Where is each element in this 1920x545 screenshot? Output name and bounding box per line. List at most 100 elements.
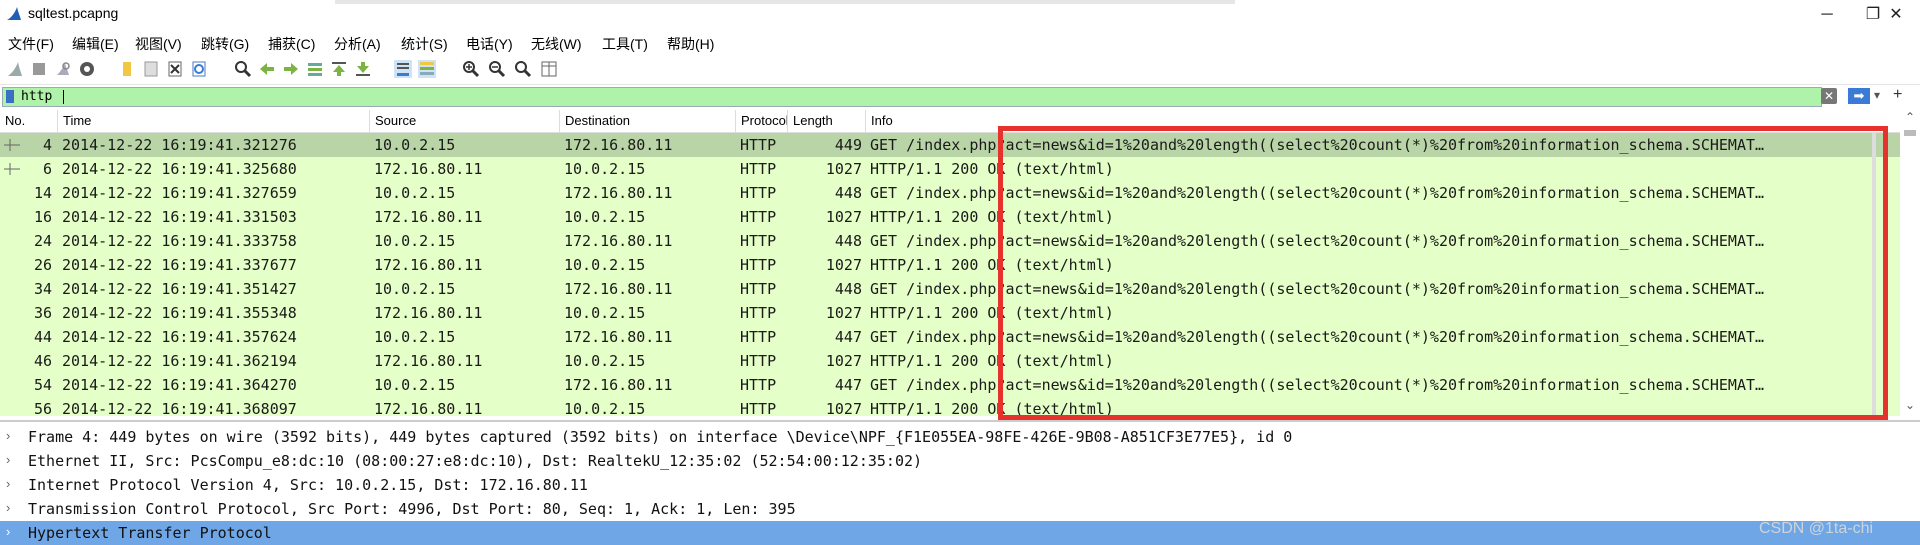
packet-row[interactable]: 36 2014-12-22 16:19:41.355348 172.16.80.11…	[0, 301, 1900, 325]
display-filter-input[interactable]: http ✕	[2, 87, 1837, 107]
menu-capture[interactable]: 捕获(C)	[268, 34, 315, 54]
clear-filter-icon[interactable]: ✕	[1821, 88, 1837, 104]
column-no[interactable]: No.	[0, 110, 58, 132]
detail-frame[interactable]: › Frame 4: 449 bytes on wire (3592 bits)…	[0, 425, 1920, 449]
find-icon[interactable]	[234, 60, 252, 78]
packet-length: 448	[834, 232, 862, 250]
display-filter-bar: http ✕ ➡ ▾ +	[0, 86, 1920, 108]
packet-src: 172.16.80.11	[374, 400, 483, 416]
packet-proto: HTTP	[740, 376, 777, 394]
expand-chevron-icon[interactable]: ›	[6, 500, 10, 515]
detail-http[interactable]: › Hypertext Transfer Protocol	[0, 521, 1920, 545]
menu-wireless[interactable]: 无线(W)	[531, 34, 582, 54]
menu-edit[interactable]: 编辑(E)	[72, 34, 119, 54]
packet-row[interactable]: 14 2014-12-22 16:19:41.327659 10.0.2.15 172…	[0, 181, 1900, 205]
detail-tcp[interactable]: › Transmission Control Protocol, Src Por…	[0, 497, 1920, 521]
add-filter-button[interactable]: +	[1893, 86, 1902, 104]
packet-row[interactable]: 26 2014-12-22 16:19:41.337677 172.16.80.11…	[0, 253, 1900, 277]
packet-no: 4	[42, 136, 52, 154]
column-info[interactable]: Info	[866, 110, 1900, 132]
packet-row[interactable]: 46 2014-12-22 16:19:41.362194 172.16.80.11…	[0, 349, 1900, 373]
packet-time: 2014-12-22 16:19:41.321276	[62, 136, 297, 154]
column-length[interactable]: Length	[788, 110, 866, 132]
packet-proto: HTTP	[740, 256, 777, 274]
go-forward-icon[interactable]	[282, 60, 300, 78]
packet-src: 10.0.2.15	[374, 136, 456, 154]
packet-proto: HTTP	[740, 184, 777, 202]
column-destination[interactable]: Destination	[560, 110, 736, 132]
filter-dropdown-icon[interactable]: ▾	[1874, 88, 1880, 102]
open-folder-icon[interactable]	[118, 60, 136, 78]
reload-icon[interactable]	[190, 60, 208, 78]
packet-details: › Frame 4: 449 bytes on wire (3592 bits)…	[0, 420, 1920, 545]
scroll-down-icon[interactable]: ⌄	[1900, 398, 1920, 416]
packet-proto: HTTP	[740, 400, 777, 416]
packet-dst: 172.16.80.11	[564, 184, 673, 202]
expand-chevron-icon[interactable]: ›	[6, 476, 10, 491]
packet-info: GET /index.php?act=news&id=1%20and%20len…	[870, 328, 1765, 346]
resize-columns-icon[interactable]	[540, 60, 558, 78]
close-button[interactable]: ✕	[1873, 0, 1919, 30]
colorize-icon[interactable]	[418, 60, 436, 78]
apply-filter-button[interactable]: ➡	[1848, 88, 1870, 104]
minimize-button[interactable]: ─	[1804, 0, 1850, 30]
menu-view[interactable]: 视图(V)	[135, 34, 182, 54]
detail-ethernet[interactable]: › Ethernet II, Src: PcsCompu_e8:dc:10 (0…	[0, 449, 1920, 473]
packet-dst: 10.0.2.15	[564, 304, 646, 322]
menu-help[interactable]: 帮助(H)	[667, 34, 714, 54]
menu-file[interactable]: 文件(F)	[8, 34, 54, 54]
zoom-normal-icon[interactable]	[514, 60, 532, 78]
restart-icon[interactable]	[54, 60, 72, 78]
menu-telephony[interactable]: 电话(Y)	[466, 34, 513, 54]
save-icon[interactable]	[142, 60, 160, 78]
expand-chevron-icon[interactable]: ›	[6, 428, 10, 443]
packet-length: 448	[834, 280, 862, 298]
packet-dst: 172.16.80.11	[564, 136, 673, 154]
packet-list-scrollbar[interactable]: ⌃ ⌄	[1900, 110, 1920, 416]
title-blur-strip	[335, 0, 1235, 4]
column-time[interactable]: Time	[58, 110, 370, 132]
menu-statistics[interactable]: 统计(S)	[401, 34, 448, 54]
close-file-icon[interactable]	[166, 60, 184, 78]
menu-analyze[interactable]: 分析(A)	[334, 34, 381, 54]
expand-chevron-icon[interactable]: ›	[6, 452, 10, 467]
zoom-in-icon[interactable]	[462, 60, 480, 78]
go-last-icon[interactable]	[354, 60, 372, 78]
packet-src: 10.0.2.15	[374, 184, 456, 202]
packet-row[interactable]: 34 2014-12-22 16:19:41.351427 10.0.2.15 172…	[0, 277, 1900, 301]
packet-no: 26	[33, 256, 52, 274]
packet-rows: 4 2014-12-22 16:19:41.321276 10.0.2.15 172.…	[0, 133, 1900, 416]
detail-ipv4[interactable]: › Internet Protocol Version 4, Src: 10.0…	[0, 473, 1920, 497]
packet-row[interactable]: 16 2014-12-22 16:19:41.331503 172.16.80.11…	[0, 205, 1900, 229]
packet-row[interactable]: 54 2014-12-22 16:19:41.364270 10.0.2.15 172…	[0, 373, 1900, 397]
stop-icon[interactable]	[30, 60, 48, 78]
options-gear-icon[interactable]	[78, 60, 96, 78]
packet-time: 2014-12-22 16:19:41.325680	[62, 160, 297, 178]
packet-row[interactable]: 44 2014-12-22 16:19:41.357624 10.0.2.15 172…	[0, 325, 1900, 349]
packet-list-header: No. Time Source Destination Protocol Len…	[0, 110, 1900, 133]
zoom-out-icon[interactable]	[488, 60, 506, 78]
packet-row[interactable]: 56 2014-12-22 16:19:41.368097 172.16.80.11…	[0, 397, 1900, 416]
go-back-icon[interactable]	[258, 60, 276, 78]
go-first-icon[interactable]	[330, 60, 348, 78]
packet-row[interactable]: 6 2014-12-22 16:19:41.325680 172.16.80.11 1…	[0, 157, 1900, 181]
packet-dst: 10.0.2.15	[564, 352, 646, 370]
packet-time: 2014-12-22 16:19:41.351427	[62, 280, 297, 298]
wireshark-logo-icon	[7, 7, 21, 20]
packet-row[interactable]: 4 2014-12-22 16:19:41.321276 10.0.2.15 172.…	[0, 133, 1900, 157]
bookmark-icon[interactable]	[6, 90, 14, 103]
packet-info: GET /index.php?act=news&id=1%20and%20len…	[870, 376, 1765, 394]
menu-tools[interactable]: 工具(T)	[602, 34, 648, 54]
packet-row[interactable]: 24 2014-12-22 16:19:41.333758 10.0.2.15 172…	[0, 229, 1900, 253]
scroll-thumb[interactable]	[1904, 130, 1916, 136]
packet-dst: 172.16.80.11	[564, 328, 673, 346]
autoscroll-icon[interactable]	[394, 60, 412, 78]
shark-fin-start-icon[interactable]	[6, 60, 24, 78]
expand-chevron-icon[interactable]: ›	[6, 524, 10, 539]
column-source[interactable]: Source	[370, 110, 560, 132]
scroll-up-icon[interactable]: ⌃	[1900, 110, 1920, 128]
menu-go[interactable]: 跳转(G)	[201, 34, 249, 54]
column-protocol[interactable]: Protocol	[736, 110, 788, 132]
packet-dst: 10.0.2.15	[564, 208, 646, 226]
go-to-packet-icon[interactable]	[306, 60, 324, 78]
